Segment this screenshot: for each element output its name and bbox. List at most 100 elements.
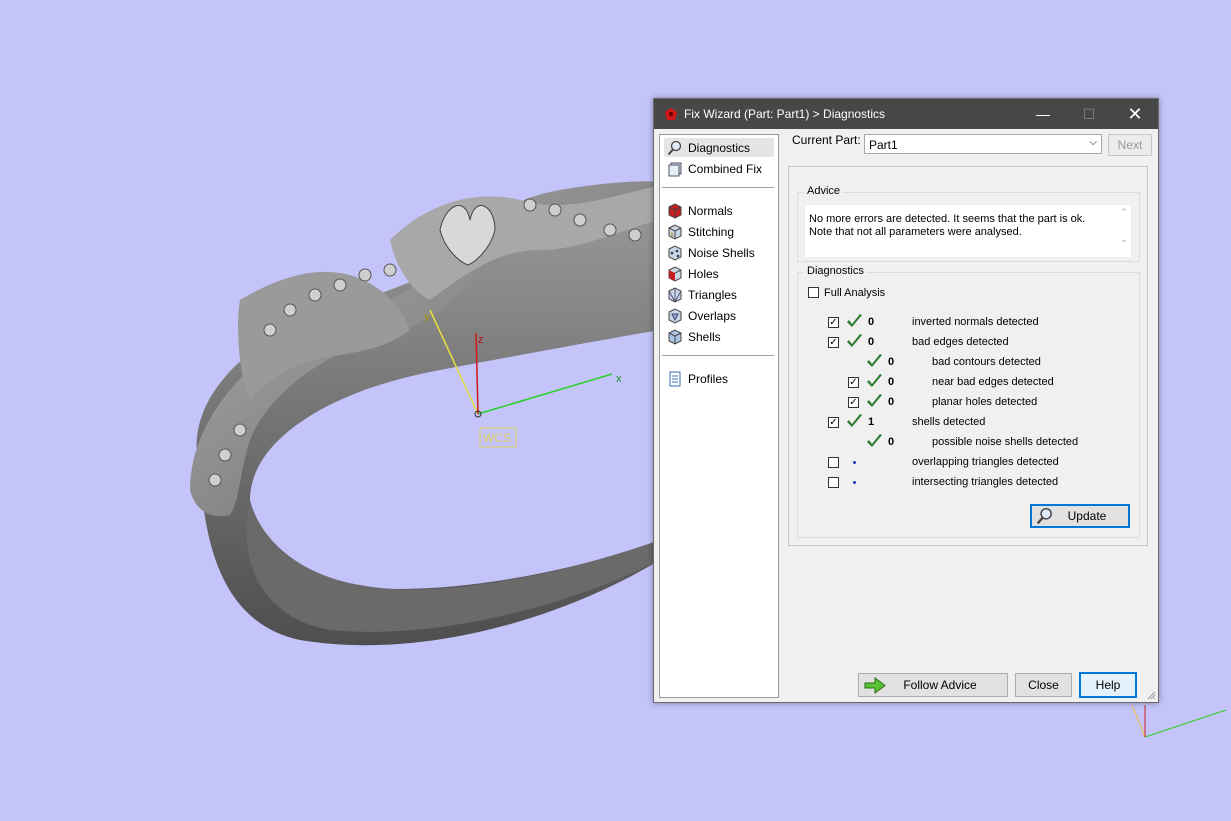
stitching-cube-icon (668, 223, 682, 240)
nav-label: Shells (688, 329, 721, 344)
full-analysis-label: Full Analysis (824, 287, 886, 299)
magnifier-icon (1036, 507, 1052, 525)
nav-label: Profiles (688, 371, 729, 386)
maximize-button[interactable]: ☐ (1066, 99, 1112, 129)
nav-item-shells[interactable]: Shells (664, 327, 774, 346)
nav-item-holes[interactable]: Holes (664, 264, 774, 283)
nav-item-triangles[interactable]: Triangles (664, 285, 774, 304)
normals-cube-icon (668, 202, 682, 219)
diagnostic-checkbox[interactable] (828, 477, 839, 488)
nav-label: Normals (688, 203, 733, 218)
x-axis-label: x (616, 373, 622, 385)
app-logo-icon (665, 108, 677, 120)
close-button[interactable]: Close (1015, 673, 1072, 697)
checkmark-icon (867, 434, 882, 447)
advice-text: No more errors are detected. It seems th… (809, 213, 1109, 239)
checkmark-icon (847, 414, 862, 427)
minimize-button[interactable]: — (1020, 99, 1066, 129)
checkmark-icon (847, 334, 862, 347)
nav-label: Triangles (688, 287, 737, 302)
checkmark-icon (867, 394, 882, 407)
nav-label: Diagnostics (688, 140, 751, 155)
diagnostic-label: near bad edges detected (932, 376, 1054, 388)
nav-label: Stitching (688, 224, 735, 239)
diagnostics-title: Diagnostics (804, 265, 867, 277)
diagnostic-count: 0 (868, 336, 875, 348)
current-part-label: Current Part: (792, 133, 861, 147)
magnifier-icon (667, 140, 682, 155)
nav-item-noise-shells[interactable]: Noise Shells (664, 243, 774, 262)
diagnostic-checkbox[interactable] (828, 457, 839, 468)
combined-fix-icon (668, 162, 682, 176)
mini-axes (1131, 704, 1227, 738)
advice-title: Advice (804, 185, 844, 197)
diagnostics-group: Diagnostics Full Analysis ✓ 0 inverted nor… (797, 265, 1140, 538)
current-part-value: Part1 (869, 138, 898, 152)
next-button[interactable]: Next (1108, 134, 1152, 156)
diagnostic-count: 0 (888, 436, 895, 448)
wcs-label: WCS (483, 431, 511, 445)
nav-item-stitching[interactable]: Stitching (664, 222, 774, 241)
pending-dot-icon (853, 461, 856, 464)
triangles-cube-icon (668, 286, 682, 303)
advice-line-1: No more errors are detected. It seems th… (809, 213, 1086, 225)
diagnostic-checkbox[interactable]: ✓ (828, 317, 839, 328)
wizard-nav: Diagnostics Combined Fix Normals Stitchi… (659, 134, 779, 698)
diagnostic-label: shells detected (912, 416, 986, 428)
nav-label: Noise Shells (688, 245, 755, 260)
diagnostic-label: bad contours detected (932, 356, 1041, 368)
diagnostic-label: bad edges detected (912, 336, 1009, 348)
nav-label: Holes (688, 266, 719, 281)
nav-label: Overlaps (688, 308, 737, 323)
resize-grip-icon[interactable] (1146, 690, 1156, 700)
update-button[interactable]: Update (1030, 504, 1130, 528)
help-button[interactable]: Help (1079, 672, 1137, 698)
nav-item-combined-fix[interactable]: Combined Fix (664, 159, 774, 178)
advice-text-box: No more errors are detected. It seems th… (805, 205, 1117, 257)
overlaps-cube-icon (668, 307, 682, 324)
diagnostic-count: 0 (888, 356, 895, 368)
follow-advice-button[interactable]: Follow Advice (858, 673, 1008, 697)
pending-dot-icon (853, 481, 856, 484)
checkmark-icon (847, 314, 862, 327)
nav-divider (662, 355, 774, 356)
update-label: Update (1067, 509, 1107, 523)
diagnostic-count: 0 (868, 316, 875, 328)
scroll-up-icon[interactable]: ⌃ (1117, 207, 1131, 218)
diagnostic-checkbox[interactable]: ✓ (848, 377, 859, 388)
nav-item-normals[interactable]: Normals (664, 201, 774, 220)
advice-line-2: Note that not all parameters were analys… (809, 226, 1022, 238)
nav-item-profiles[interactable]: Profiles (664, 369, 774, 388)
title-bar[interactable]: Fix Wizard (Part: Part1) > Diagnostics —… (654, 99, 1158, 129)
close-window-button[interactable]: ✕ (1112, 99, 1158, 129)
diagnostic-count: 0 (888, 376, 895, 388)
diagnostic-label: inverted normals detected (912, 316, 1039, 328)
checkmark-icon (867, 354, 882, 367)
diagnostic-checkbox[interactable]: ✓ (828, 337, 839, 348)
diagnostic-checkbox[interactable]: ✓ (828, 417, 839, 428)
diagnostic-count: 0 (888, 396, 895, 408)
nav-divider (662, 187, 774, 188)
diagnostic-label: intersecting triangles detected (912, 476, 1059, 488)
arrow-right-icon (864, 677, 886, 694)
nav-item-overlaps[interactable]: Overlaps (664, 306, 774, 325)
current-part-select[interactable]: Part1 ⌵ (864, 134, 1102, 154)
ring-model[interactable] (190, 180, 660, 646)
diagnostic-label: overlapping triangles detected (912, 456, 1059, 468)
diagnostic-count: 1 (868, 416, 875, 428)
document-icon (669, 371, 681, 386)
checkmark-icon (867, 374, 882, 387)
window-title: Fix Wizard (Part: Part1) > Diagnostics (684, 107, 886, 121)
holes-cube-icon (668, 265, 682, 282)
nav-item-diagnostics[interactable]: Diagnostics (664, 138, 774, 157)
z-axis-label: z (478, 334, 484, 346)
fix-wizard-dialog: Fix Wizard (Part: Part1) > Diagnostics —… (653, 98, 1159, 703)
scroll-down-icon[interactable]: ⌄ (1117, 234, 1131, 245)
follow-advice-label: Follow Advice (903, 678, 977, 692)
y-axis-label: y (424, 311, 430, 323)
shells-cube-icon (668, 328, 682, 345)
full-analysis-checkbox[interactable] (808, 287, 819, 298)
diagnostic-label: planar holes detected (932, 396, 1038, 408)
diagnostic-checkbox[interactable]: ✓ (848, 397, 859, 408)
advice-scrollbar[interactable]: ⌃ ⌄ (1117, 205, 1131, 257)
